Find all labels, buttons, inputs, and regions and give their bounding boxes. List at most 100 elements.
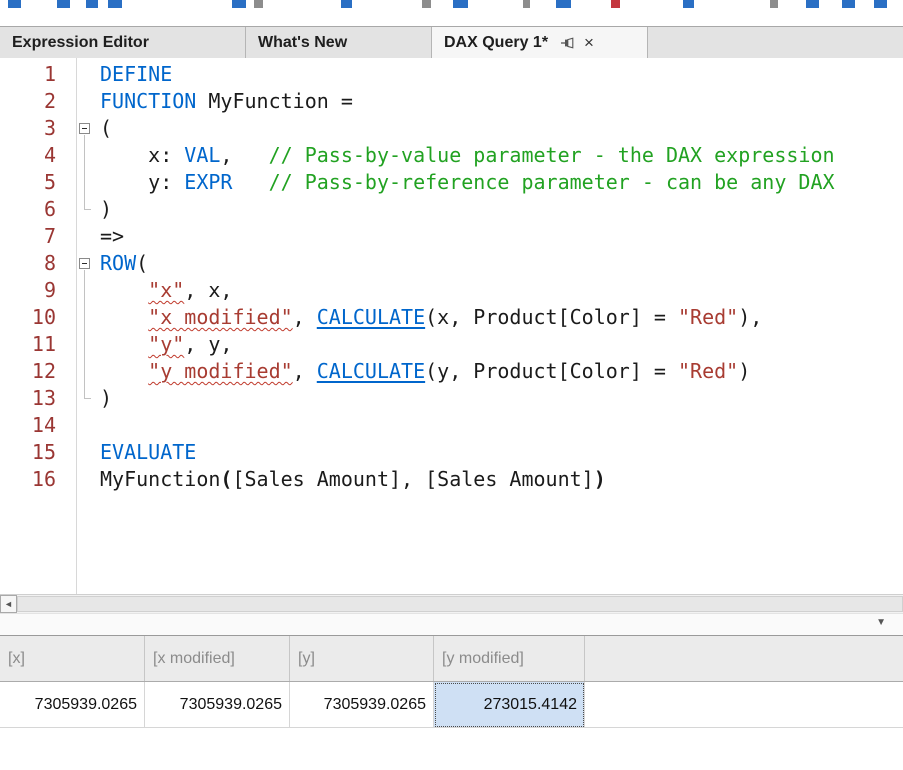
line-number: 10 — [0, 304, 70, 331]
line-number: 2 — [0, 88, 70, 115]
code-line[interactable]: 14 — [0, 412, 903, 439]
code-line[interactable]: 7 => — [0, 223, 903, 250]
code-line[interactable]: 9 "x", x, — [0, 277, 903, 304]
code-text: EVALUATE — [100, 439, 196, 466]
grid-cell[interactable]: 7305939.0265 — [290, 682, 434, 728]
line-number: 8 — [0, 250, 70, 277]
line-number: 5 — [0, 169, 70, 196]
code-text: ( — [100, 115, 112, 142]
code-text: => — [100, 223, 124, 250]
fold-margin — [70, 250, 100, 277]
scrollbar-thumb[interactable] — [17, 596, 903, 612]
code-line[interactable]: 8 ROW( — [0, 250, 903, 277]
toolbar-icon-fragment[interactable] — [57, 0, 70, 8]
toolbar-icon-fragment[interactable] — [254, 0, 263, 8]
grid-header-filler — [585, 636, 903, 681]
toolbar-icon-fragment[interactable] — [683, 0, 694, 8]
grid-header-cell[interactable]: [y modified] — [434, 636, 585, 681]
fold-margin — [70, 466, 100, 493]
tab-whats-new[interactable]: What's New — [246, 27, 432, 58]
fold-margin — [70, 331, 100, 358]
line-number: 14 — [0, 412, 70, 439]
code-text: "x", x, — [100, 277, 232, 304]
fold-margin — [70, 61, 100, 88]
tab-label: DAX Query 1* — [444, 34, 548, 52]
code-line[interactable]: 12 "y modified", CALCULATE(y, Product[Co… — [0, 358, 903, 385]
grid-empty-area — [0, 728, 903, 770]
toolbar-icon-fragment[interactable] — [556, 0, 571, 8]
grid-cell-selected[interactable]: 273015.4142 — [434, 682, 585, 728]
code-text: "y", y, — [100, 331, 232, 358]
fold-margin — [70, 304, 100, 331]
toolbar-icon-fragment[interactable] — [842, 0, 855, 8]
line-number: 12 — [0, 358, 70, 385]
results-splitter[interactable]: ▼ — [0, 613, 903, 635]
code-line[interactable]: 6) — [0, 196, 903, 223]
line-number: 1 — [0, 61, 70, 88]
code-line[interactable]: 1 DEFINE — [0, 61, 903, 88]
dax-editor-window: Expression Editor What's New DAX Query 1… — [0, 0, 903, 770]
fold-margin — [70, 196, 100, 223]
code-line[interactable]: 10 "x modified", CALCULATE(x, Product[Co… — [0, 304, 903, 331]
toolbar-icon-fragment[interactable] — [806, 0, 819, 8]
line-number: 3 — [0, 115, 70, 142]
fold-margin — [70, 277, 100, 304]
scroll-left-icon[interactable]: ◄ — [0, 595, 17, 613]
code-line[interactable]: 4 x: VAL, // Pass-by-value parameter - t… — [0, 142, 903, 169]
code-text: DEFINE — [100, 61, 172, 88]
horizontal-scrollbar[interactable]: ◄ — [0, 594, 903, 613]
toolbar-clipped-icons — [0, 0, 903, 26]
pin-icon[interactable] — [560, 36, 575, 50]
fold-margin — [70, 385, 100, 412]
grid-header-cell[interactable]: [x modified] — [145, 636, 290, 681]
code-text: "y modified", CALCULATE(y, Product[Color… — [100, 358, 750, 385]
toolbar-icon-fragment[interactable] — [108, 0, 122, 8]
toolbar-icon-fragment[interactable] — [232, 0, 246, 8]
fold-margin — [70, 169, 100, 196]
grid-row-filler — [585, 682, 903, 728]
code-line[interactable]: 13) — [0, 385, 903, 412]
tabbar-filler — [648, 27, 903, 58]
code-text: ROW( — [100, 250, 148, 277]
code-line[interactable]: 16 MyFunction([Sales Amount], [Sales Amou… — [0, 466, 903, 493]
code-text: MyFunction([Sales Amount], [Sales Amount… — [100, 466, 606, 493]
grid-cell[interactable]: 7305939.0265 — [145, 682, 290, 728]
toolbar-icon-fragment[interactable] — [453, 0, 468, 8]
tab-dax-query-1[interactable]: DAX Query 1* × — [432, 27, 648, 58]
line-number: 16 — [0, 466, 70, 493]
line-number: 4 — [0, 142, 70, 169]
code-line[interactable]: 5 y: EXPR // Pass-by-reference parameter… — [0, 169, 903, 196]
fold-margin — [70, 412, 100, 439]
tab-expression-editor[interactable]: Expression Editor — [0, 27, 246, 58]
grid-header-cell[interactable]: [y] — [290, 636, 434, 681]
grid-cell[interactable]: 7305939.0265 — [0, 682, 145, 728]
document-tabbar: Expression Editor What's New DAX Query 1… — [0, 26, 903, 58]
close-icon[interactable]: × — [584, 34, 594, 51]
toolbar-icon-fragment[interactable] — [86, 0, 98, 8]
fold-collapse-icon[interactable] — [79, 123, 90, 134]
fold-collapse-icon[interactable] — [79, 258, 90, 269]
chevron-down-icon[interactable]: ▼ — [876, 617, 886, 628]
toolbar-icon-fragment[interactable] — [770, 0, 778, 8]
toolbar-icon-fragment[interactable] — [874, 0, 887, 8]
line-number: 13 — [0, 385, 70, 412]
grid-header-cell[interactable]: [x] — [0, 636, 145, 681]
grid-data-row: 7305939.02657305939.02657305939.02652730… — [0, 682, 903, 728]
code-editor[interactable]: 1DEFINE2FUNCTION MyFunction =3(4 x: VAL,… — [0, 58, 903, 594]
toolbar-icon-fragment[interactable] — [341, 0, 352, 8]
line-number: 7 — [0, 223, 70, 250]
fold-margin — [70, 358, 100, 385]
scrollbar-track[interactable] — [17, 595, 903, 613]
code-line[interactable]: 2FUNCTION MyFunction = — [0, 88, 903, 115]
line-number: 15 — [0, 439, 70, 466]
code-line[interactable]: 15 EVALUATE — [0, 439, 903, 466]
results-grid: [x][x modified][y][y modified] 7305939.0… — [0, 635, 903, 770]
fold-margin — [70, 88, 100, 115]
code-lines: 1DEFINE2FUNCTION MyFunction =3(4 x: VAL,… — [0, 61, 903, 493]
code-line[interactable]: 11 "y", y, — [0, 331, 903, 358]
toolbar-icon-fragment[interactable] — [8, 0, 21, 8]
toolbar-icon-fragment[interactable] — [523, 0, 530, 8]
code-line[interactable]: 3( — [0, 115, 903, 142]
toolbar-icon-fragment[interactable] — [611, 0, 620, 8]
toolbar-icon-fragment[interactable] — [422, 0, 431, 8]
